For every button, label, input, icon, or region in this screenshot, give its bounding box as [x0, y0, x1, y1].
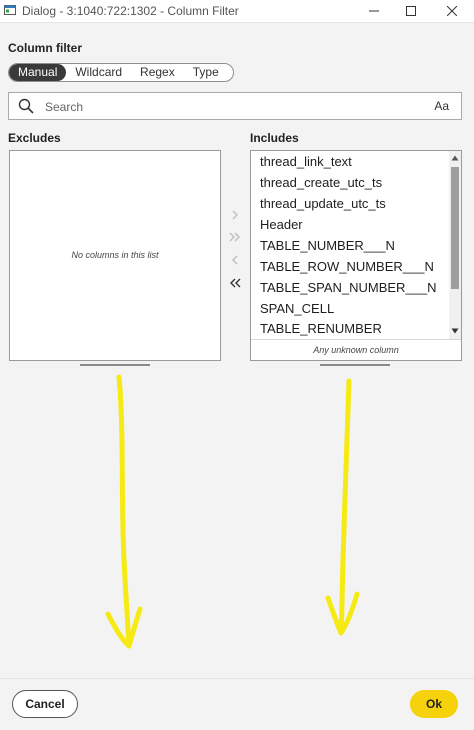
ok-button[interactable]: Ok — [410, 690, 458, 718]
left-arrow-annotation — [105, 374, 143, 649]
footer-separator — [0, 678, 474, 679]
cancel-button[interactable]: Cancel — [12, 690, 78, 718]
annotation-arrows — [105, 374, 360, 649]
right-arrow-annotation — [325, 378, 360, 636]
